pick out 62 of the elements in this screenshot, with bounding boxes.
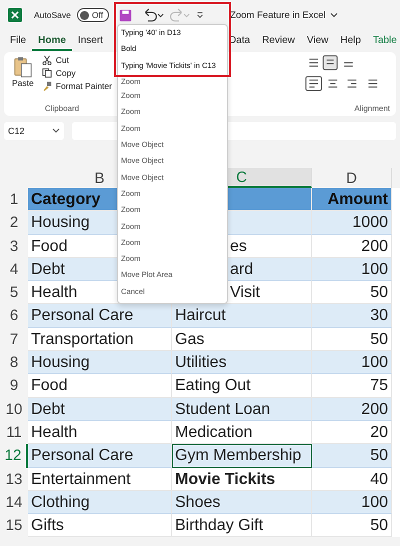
row-number[interactable]: 14	[0, 490, 28, 514]
ribbon-tab[interactable]: Help	[334, 32, 367, 50]
row-number[interactable]: 11	[0, 420, 28, 444]
row-number[interactable]: 3	[0, 234, 28, 258]
table-cell: Clothing	[28, 490, 172, 514]
chevron-down-icon[interactable]	[330, 12, 338, 18]
autosave-toggle[interactable]: Off	[76, 8, 110, 22]
customize-icon[interactable]	[196, 11, 204, 19]
excel-logo-icon	[8, 8, 22, 22]
row-number[interactable]: 8	[0, 351, 28, 374]
row-number[interactable]: 2	[0, 211, 28, 235]
table-cell: Utilities	[172, 351, 312, 374]
row-number[interactable]: 4	[0, 258, 28, 282]
chevron-down-icon	[52, 128, 60, 134]
table-cell: Personal Care	[28, 304, 172, 328]
ribbon-tab[interactable]: File	[4, 32, 32, 50]
table-cell: 100	[312, 258, 392, 282]
table-cell: 200	[312, 398, 392, 421]
paste-button[interactable]: Paste	[10, 54, 36, 92]
table-cell: Gifts	[28, 514, 172, 538]
table-cell: Housing	[28, 351, 172, 374]
table-cell: 100	[312, 351, 392, 374]
ribbon-tab[interactable]: View	[300, 32, 334, 50]
table-cell: Personal Care	[28, 444, 172, 468]
row-number[interactable]: 15	[0, 514, 28, 538]
table-cell: 100	[312, 490, 392, 514]
table-cell: Haircut	[172, 304, 312, 328]
row-number[interactable]: 10	[0, 398, 28, 421]
table-cell: 50	[312, 444, 392, 468]
brush-icon	[42, 81, 52, 91]
autosave-label: AutoSave	[34, 10, 71, 20]
row-number[interactable]: 9	[0, 374, 28, 398]
table-cell: Gym Membership	[172, 444, 312, 468]
row-number[interactable]: 13	[0, 468, 28, 491]
ribbon-tab[interactable]: Insert	[72, 32, 109, 50]
table-cell: 1000	[312, 211, 392, 235]
name-box[interactable]: C12	[4, 122, 64, 140]
table-cell: Birthday Gift	[172, 514, 312, 538]
row-number[interactable]: 1	[0, 188, 28, 212]
table-header-cell: Amount	[312, 188, 392, 212]
ribbon-tab[interactable]: Review	[256, 32, 301, 50]
table-cell: 30	[312, 304, 392, 328]
scissors-icon	[42, 55, 52, 65]
copy-icon	[42, 68, 52, 78]
group-label: Clipboard	[44, 104, 80, 114]
document-title[interactable]: Zoom Feature in Excel	[230, 10, 326, 20]
table-cell: Debt	[28, 398, 172, 421]
row-number[interactable]: 7	[0, 328, 28, 352]
ribbon-tab[interactable]: Table	[366, 32, 397, 50]
format-painter-button[interactable]: Format Painter	[40, 80, 114, 92]
row-number[interactable]: 6	[0, 304, 28, 328]
row-number[interactable]: 12	[0, 444, 28, 468]
copy-button[interactable]: Copy	[40, 67, 114, 79]
group-label: Alignment	[354, 104, 390, 114]
clipboard-icon	[14, 56, 32, 78]
table-cell: Student Loan	[172, 398, 312, 421]
undo-icon[interactable]	[142, 7, 164, 23]
row-number[interactable]: 5	[0, 281, 28, 304]
table-cell: Shoes	[172, 490, 312, 514]
save-icon[interactable]	[119, 8, 132, 22]
table-cell: 50	[312, 514, 392, 538]
cut-button[interactable]: Cut	[40, 54, 114, 66]
